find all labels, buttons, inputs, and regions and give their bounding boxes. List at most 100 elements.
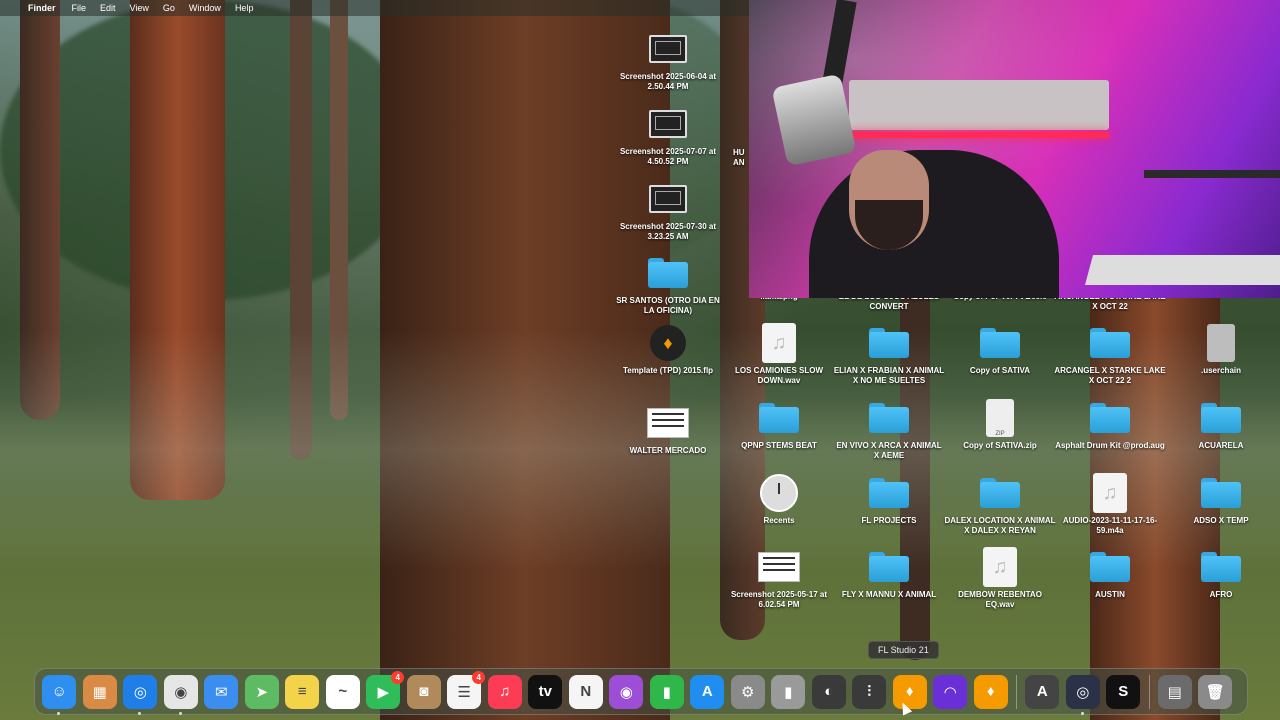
chrome-icon[interactable]: ◉ (163, 674, 198, 715)
desktop-item-label: DEMBOW REBENTAO EQ.wav (958, 590, 1042, 609)
desktop-item-audio-m4a[interactable]: ♫ AUDIO-2023-11-11-17-16-59.m4a (1054, 472, 1166, 536)
apogee-icon[interactable]: A (1025, 674, 1060, 709)
desktop-item-label: .userchain (1200, 366, 1241, 375)
desktop-item-dembow[interactable]: ♫ DEMBOW REBENTAO EQ.wav (944, 546, 1056, 610)
music-icon[interactable]: ♫ (487, 674, 522, 709)
notes-icon[interactable]: ≡ (285, 674, 320, 709)
folder-icon (1201, 403, 1241, 433)
reminders-icon[interactable]: ☰ 4 (447, 670, 486, 709)
news-icon[interactable]: N (568, 674, 603, 709)
desktop-item-label: WALTER MERCADO (629, 446, 707, 455)
desktop-item-label: AUDIO-2023-11-11-17-16-59.m4a (1062, 516, 1158, 535)
folder-icon (1201, 478, 1241, 508)
desktop-item-label: Asphalt Drum Kit @prod.aug (1055, 441, 1165, 450)
fl-studio-21-icon[interactable]: ♦ (973, 674, 1008, 709)
folder-icon (1090, 403, 1130, 433)
desktop-item-en-vivo[interactable]: EN VIVO X ARCA X ANIMAL X AEME (833, 397, 945, 461)
webcam-overlay (749, 0, 1280, 298)
capture-app-icon[interactable]: ◎ (1065, 674, 1100, 715)
running-indicator (178, 711, 182, 715)
desktop-item-recents[interactable]: Recents (723, 472, 835, 526)
notification-badge: 4 (472, 670, 486, 684)
desktop-item-label: SR SANTOS (OTRO DIA EN LA OFICINA) (616, 296, 720, 315)
audio-file-icon: ♫ (1093, 473, 1127, 513)
desktop-item-screenshot-0707[interactable]: Screenshot 2025-07-07 at 4.50.52 PM (612, 103, 724, 167)
podcasts-icon[interactable]: ◉ (609, 674, 644, 709)
desktop-item-elian[interactable]: ELIAN X FRABIAN X ANIMAL X NO ME SUELTES (833, 322, 945, 386)
desktop-item-dalex[interactable]: DALEX LOCATION X ANIMAL X DALEX X REYAN (944, 472, 1056, 536)
zip-file-icon: ZIP (986, 399, 1014, 437)
desktop-item-sr-santos[interactable]: SR SANTOS (OTRO DIA EN LA OFICINA) (612, 252, 724, 316)
desktop-item-screenshot-0517[interactable]: Screenshot 2025-05-17 at 6.02.54 PM (723, 546, 835, 610)
audio-file-icon: ♫ (983, 547, 1017, 587)
menu-file[interactable]: File (72, 3, 87, 13)
freeform-icon[interactable]: ~ (325, 674, 360, 709)
folder-icon (759, 403, 799, 433)
desktop-item-label: ACUARELA (1198, 441, 1244, 450)
desktop-item-label: Screenshot 2025-06-04 at 2.50.44 PM (619, 72, 717, 91)
desktop-item-copy-of-sativa[interactable]: Copy of SATIVA (944, 322, 1056, 376)
desktop-item-asphalt[interactable]: Asphalt Drum Kit @prod.aug (1054, 397, 1166, 451)
desktop-item-label: HU (733, 148, 745, 157)
desktop-item-screenshot-0730[interactable]: Screenshot 2025-07-30 at 3.23.25 AM (612, 178, 724, 242)
desktop-item-walter-mercado[interactable]: WALTER MERCADO (612, 402, 724, 456)
clock-icon (760, 474, 798, 512)
desktop-item-userchain[interactable]: .userchain (1165, 322, 1277, 376)
studio-rack (849, 80, 1109, 130)
desktop-item-arcangel-2[interactable]: ARCANGEL X STARKE LAKE X OCT 22 2 (1054, 322, 1166, 386)
numbers-icon[interactable]: ▮ (649, 674, 684, 709)
folder-icon (869, 478, 909, 508)
menu-edit[interactable]: Edit (100, 3, 116, 13)
running-indicator (138, 711, 142, 715)
desktop-item-adso[interactable]: ADSO X TEMP (1165, 472, 1277, 526)
safari-icon[interactable]: ◎ (123, 674, 158, 715)
menu-go[interactable]: Go (163, 3, 175, 13)
desktop-item-qpnp[interactable]: QPNP STEMS BEAT (723, 397, 835, 451)
folder-icon (869, 403, 909, 433)
screenshot-thumbnail-icon (649, 185, 687, 213)
utility-app-icon[interactable]: ▮ (771, 674, 806, 709)
downloads-stack-icon[interactable]: ▤ (1157, 674, 1192, 709)
desktop-item-label: Recents (763, 516, 795, 525)
system-settings-icon[interactable]: ⚙ (730, 674, 765, 709)
launchpad-icon[interactable]: ▦ (82, 674, 117, 709)
desktop-item-label: Screenshot 2025-07-07 at 4.50.52 PM (619, 147, 717, 166)
apple-tv-icon[interactable]: tv (528, 674, 563, 709)
contacts-icon[interactable]: ◙ (406, 674, 441, 709)
dock-separator (1016, 674, 1017, 709)
desktop-item-screenshot-0604[interactable]: Screenshot 2025-06-04 at 2.50.44 PM (612, 28, 724, 92)
desktop-item-austin[interactable]: AUSTIN (1054, 546, 1166, 600)
apogee-control-icon[interactable]: ◐ (811, 674, 846, 709)
led-strip (849, 132, 1109, 138)
screenshot-thumbnail-icon (649, 35, 687, 63)
menu-view[interactable]: View (130, 3, 149, 13)
keyboard-stand (1144, 170, 1280, 178)
desktop-item-fl-projects[interactable]: FL PROJECTS (833, 472, 945, 526)
folder-icon (648, 258, 688, 288)
mixer-app-icon[interactable]: ⫶ (852, 674, 887, 709)
desktop-item-label: EN VIVO X ARCA X ANIMAL X AEME (836, 441, 942, 460)
desktop-item-fly[interactable]: FLY X MANNU X ANIMAL (833, 546, 945, 600)
desktop-item-label: FL PROJECTS (861, 516, 917, 525)
maps-icon[interactable]: ➤ (244, 674, 279, 709)
finder-icon[interactable]: ☺ (42, 674, 77, 715)
desktop-item-afro[interactable]: AFRO (1165, 546, 1277, 600)
s-app-icon[interactable]: S (1106, 674, 1141, 709)
desktop-item-sativa-zip[interactable]: ZIP Copy of SATIVA.zip (944, 397, 1056, 451)
desktop-item-los-camiones[interactable]: ♫ LOS CAMIONES SLOW DOWN.wav (723, 322, 835, 386)
trash-icon[interactable]: 🗑 (1198, 674, 1233, 709)
menu-app-finder[interactable]: Finder (28, 3, 56, 13)
folder-icon (980, 328, 1020, 358)
facetime-icon[interactable]: ▶ 4 (366, 670, 405, 709)
menu-help[interactable]: Help (235, 3, 254, 13)
dock: ☺ ▦ ◎ ◉ ✉ ➤ ≡ ~ ▶ 4 ◙ ☰ 4 ♫ tv N ◉ ▮ A ⚙ ▮ ◐ ⫶ ♦ ◠ ♦ A ◎ S ▤ 🗑 (34, 668, 1248, 715)
mail-icon[interactable]: ✉ (204, 674, 239, 709)
desktop-item-acuarela[interactable]: ACUARELA (1165, 397, 1277, 451)
desktop-item-template-flp[interactable]: ♦ Template (TPD) 2015.flp (612, 322, 724, 376)
menu-window[interactable]: Window (189, 3, 221, 13)
folder-icon (869, 328, 909, 358)
desktop-item-label: LOS CAMIONES SLOW DOWN.wav (735, 366, 823, 385)
app-store-icon[interactable]: A (690, 674, 725, 709)
pro-tools-icon[interactable]: ◠ (933, 674, 968, 709)
desktop-item-label: AN (733, 158, 745, 167)
